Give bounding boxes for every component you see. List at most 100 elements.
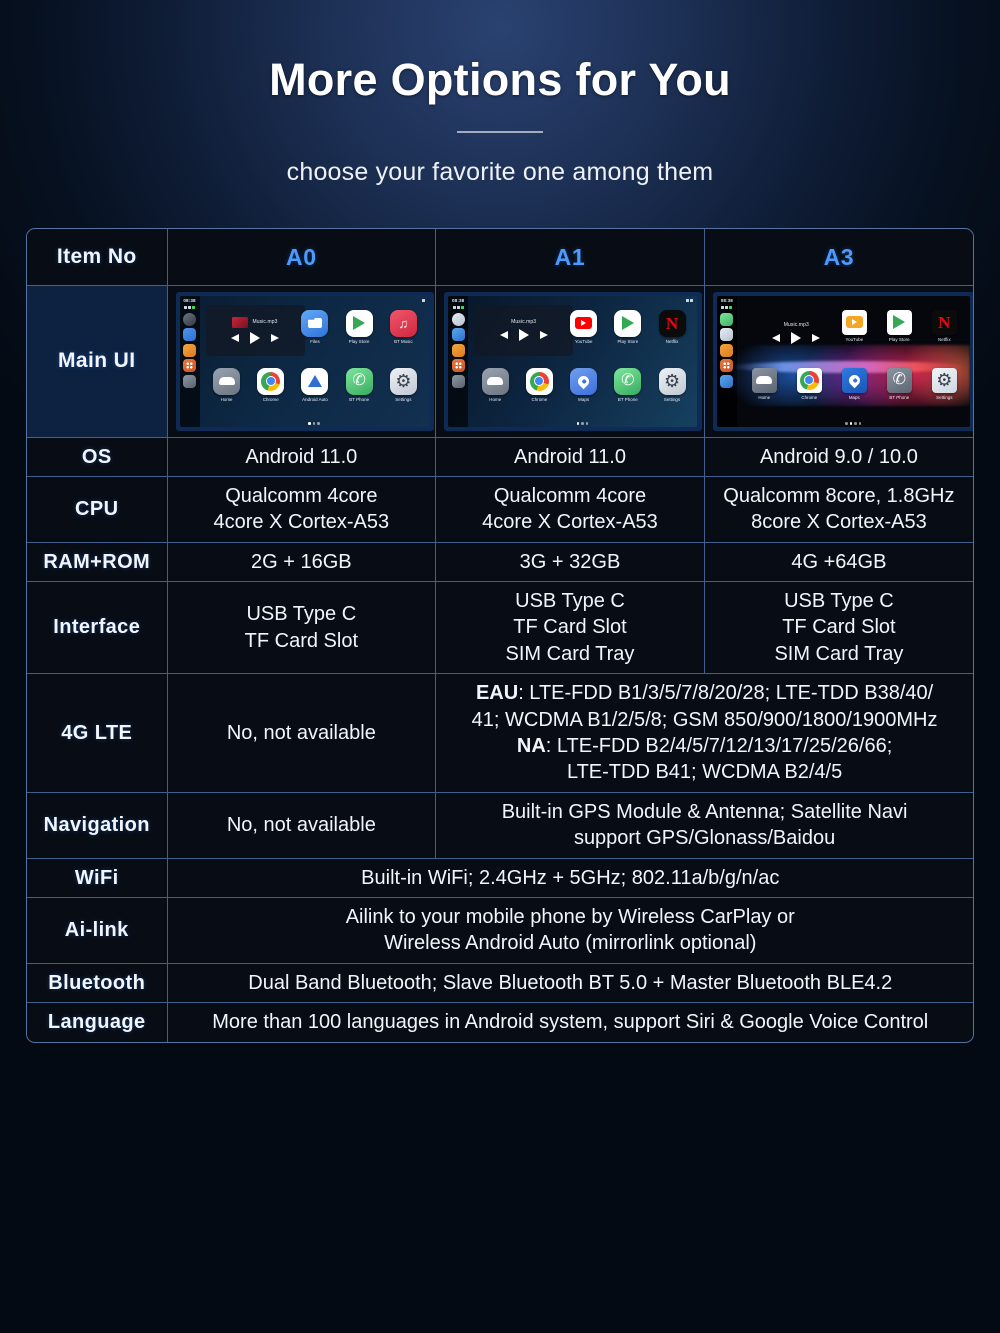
app-youtube: YouTube [834, 303, 874, 343]
phone-icon [614, 367, 642, 395]
netflix-icon [658, 309, 686, 337]
chrome-icon [525, 367, 553, 395]
app-bt-music: BT Music [383, 303, 423, 345]
page-subtitle: choose your favorite one among them [286, 158, 714, 186]
app-bt-phone: BT Phone [339, 361, 379, 403]
app-home: Home [207, 361, 247, 403]
cell-4g-a0: No, not available [166, 673, 437, 793]
files-icon [301, 309, 329, 337]
app-android-auto: Android Auto [295, 361, 335, 403]
app-chrome: Chrome [789, 361, 829, 401]
sidebar-apps-icon [183, 359, 196, 373]
cell-interface-a3: USB Type C TF Card Slot SIM Card Tray [703, 581, 973, 675]
app-settings: Settings [652, 361, 692, 403]
thumb-clock: 08:38 [720, 297, 733, 303]
sidebar-message-icon [720, 312, 734, 326]
sidebar-files-icon [183, 328, 196, 342]
sidebar-music-icon [183, 343, 196, 357]
head-unit-thumbnail-a1: 08:38 Music.mp3 YouTube Play Store N Net… [444, 291, 703, 431]
row-label-main-ui: Main UI [27, 284, 168, 438]
cell-language: More than 100 languages in Android syste… [166, 1002, 973, 1042]
row-label-ai-link: Ai-link [27, 896, 168, 964]
cell-interface-a0: USB Type C TF Card Slot [166, 581, 437, 675]
table-row-language: Language More than 100 languages in Andr… [27, 1002, 973, 1042]
sidebar-car-icon [183, 374, 196, 388]
column-header-item-no: Item No [27, 229, 168, 286]
row-label-ram-rom: RAM+ROM [27, 541, 168, 583]
thumb-status-icons [184, 306, 195, 310]
table-row-ram-rom: RAM+ROM 2G + 16GB 3G + 32GB 4G +64GB [27, 541, 973, 583]
sidebar-apps-icon [720, 359, 734, 373]
thumb-clock: 08:38 [183, 297, 196, 303]
app-bt-phone: BT Phone [879, 361, 919, 401]
home-car-icon [751, 367, 777, 393]
settings-gear-icon [931, 367, 957, 393]
row-label-navigation: Navigation [27, 791, 168, 859]
row-label-wifi: WiFi [27, 857, 168, 898]
app-chrome: Chrome [251, 361, 291, 403]
thumb-status-icons [721, 306, 733, 310]
cell-ai-link: Ailink to your mobile phone by Wireless … [166, 896, 973, 964]
app-chrome: Chrome [519, 361, 559, 403]
row-label-cpu: CPU [27, 475, 168, 543]
cell-nav-a0: No, not available [166, 791, 437, 859]
cell-cpu-a3: Qualcomm 8core, 1.8GHz 8core X Cortex-A53 [703, 475, 973, 543]
table-row-interface: Interface USB Type C TF Card Slot USB Typ… [27, 581, 973, 675]
play-store-icon [345, 309, 373, 337]
head-unit-thumbnail-a0: 08:38 Music.mp3 Files Play Store ♫ BT Mu… [175, 291, 434, 431]
column-header-a3: A3 [703, 229, 973, 286]
thumb-app-grid: YouTube Play Store Netflix [473, 303, 694, 419]
home-car-icon [213, 367, 241, 395]
maps-pin-icon [841, 367, 867, 393]
cell-main-ui-a1: 08:38 Music.mp3 YouTube Play Store N Net… [435, 284, 705, 438]
page-header: More Options for You choose your favorit… [0, 0, 1000, 187]
app-netflix: Netflix [652, 303, 692, 345]
netflix-icon [931, 309, 957, 335]
android-auto-icon [301, 367, 329, 395]
app-home: Home [475, 361, 515, 403]
thumb-sidebar: 08:38 [448, 295, 469, 427]
app-youtube: YouTube [564, 303, 604, 345]
product-comparison-page: More Options for You choose your favorit… [0, 0, 1000, 1333]
table-row-ai-link: Ai-link Ailink to your mobile phone by W… [27, 896, 973, 964]
sidebar-dashboard-icon [183, 312, 196, 326]
table-row-cpu: CPU Qualcomm 4core 4core X Cortex-A53 Qua… [27, 475, 973, 543]
sidebar-car-icon [720, 374, 734, 388]
cell-ram-a3: 4G +64GB [703, 541, 973, 583]
thumb-sidebar: 08:38 [179, 295, 200, 427]
thumb-app-grid: Files Play Store BT Music [205, 303, 426, 419]
phone-icon [345, 367, 373, 395]
row-label-interface: Interface [27, 581, 168, 675]
row-label-bluetooth: Bluetooth [27, 962, 168, 1004]
thumb-clock: 08:38 [452, 297, 465, 303]
app-play-store: Play Store [339, 303, 379, 345]
cell-os-a1: Android 11.0 [435, 436, 705, 477]
play-store-icon [614, 309, 642, 337]
table-row-wifi: WiFi Built-in WiFi; 2.4GHz + 5GHz; 802.1… [27, 857, 973, 898]
page-indicator-dots [737, 422, 970, 425]
cell-wifi: Built-in WiFi; 2.4GHz + 5GHz; 802.11a/b/… [166, 857, 973, 898]
thumb-status-icons [452, 306, 464, 310]
cell-ram-a1: 3G + 32GB [435, 541, 705, 583]
sidebar-apps-icon [451, 359, 465, 373]
cell-main-ui-a0: 08:38 Music.mp3 Files Play Store ♫ BT Mu… [166, 284, 437, 438]
thumb-topright-icons [421, 298, 425, 302]
sidebar-radio-icon [720, 328, 734, 342]
chrome-icon [796, 367, 822, 393]
row-label-language: Language [27, 1002, 168, 1042]
cell-ram-a0: 2G + 16GB [166, 541, 437, 583]
cell-nav-merged: Built-in GPS Module & Antenna; Satellite… [435, 791, 973, 859]
cell-4g-bands: EAU: LTE-FDD B1/3/5/7/8/20/28; LTE-TDD B… [435, 673, 973, 793]
app-play-store: Play Store [879, 303, 919, 343]
cell-main-ui-a3: 08:38 Music.mp3 YouTube Play Store N Net… [703, 284, 973, 438]
spec-comparison-table: Item No A0 A1 A3 Main UI 08:38 Music.mp3… [26, 228, 974, 1043]
app-home: Home [744, 361, 784, 401]
sidebar-files-icon [451, 328, 465, 342]
cell-os-a0: Android 11.0 [166, 436, 437, 477]
play-store-icon [886, 309, 912, 335]
row-label-4g-lte: 4G LTE [27, 673, 168, 793]
column-header-a1: A1 [435, 229, 705, 286]
home-car-icon [481, 367, 509, 395]
cell-bluetooth: Dual Band Bluetooth; Slave Bluetooth BT … [166, 962, 973, 1004]
row-label-os: OS [27, 436, 168, 477]
